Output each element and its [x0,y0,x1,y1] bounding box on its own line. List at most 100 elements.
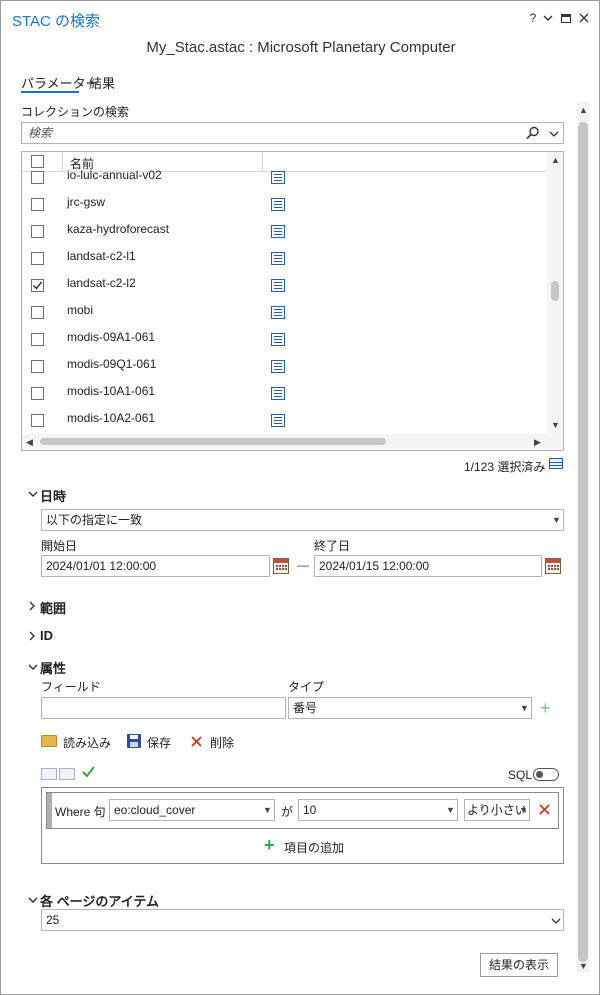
indent-right-icon[interactable] [59,768,75,780]
collection-details-icon[interactable] [271,387,285,400]
collection-details-icon[interactable] [271,279,285,292]
list-scroll-right-icon[interactable]: ▶ [534,437,541,448]
collection-checkbox[interactable] [31,360,44,373]
list-item[interactable]: landsat-c2-l2 [22,272,546,299]
add-property-icon[interactable]: + [540,699,551,717]
collection-details-icon[interactable] [271,360,285,373]
validate-check-icon[interactable] [82,766,95,781]
list-item[interactable]: jrc-gsw [22,191,546,218]
collection-details-icon[interactable] [271,171,285,184]
list-scroll-down-icon[interactable]: ▼ [551,420,560,430]
scroll-up-icon[interactable]: ▲ [579,105,588,115]
list-item[interactable]: modis-10A2-061 [22,407,546,434]
properties-collapse-icon[interactable] [28,662,38,675]
save-button-label: 保存 [147,736,172,750]
id-header[interactable]: ID [40,628,53,643]
where-label: Where 句 [55,805,106,819]
maximize-icon[interactable] [559,9,573,27]
scroll-down-icon[interactable]: ▼ [579,961,588,971]
collection-details-icon[interactable] [271,225,285,238]
collection-checkbox[interactable] [31,279,44,292]
caret-down-icon: ▼ [263,805,272,815]
collections-list: 名前 io-lulc-annual-v02 jrc-gsw kaza-hydrofo… [21,151,564,451]
collection-name: landsat-c2-l2 [67,276,136,290]
tab-parameters[interactable]: パラメーター [21,73,99,92]
search-icon[interactable] [526,126,540,143]
collection-checkbox[interactable] [31,171,44,184]
collection-name: modis-10A1-061 [67,384,156,398]
collection-checkbox[interactable] [31,387,44,400]
collection-details-icon[interactable] [271,333,285,346]
collection-name: mobi [67,303,94,317]
extent-expand-icon[interactable] [27,601,37,614]
extent-header[interactable]: 範囲 [40,598,66,617]
list-scroll-up-icon[interactable]: ▲ [551,155,560,165]
list-vscroll-thumb[interactable] [551,281,559,301]
collection-details-icon[interactable] [271,252,285,265]
where-operator-value: より小さい [467,803,527,817]
list-item[interactable]: mobi [22,299,546,326]
datetime-header[interactable]: 日時 [40,486,66,505]
clause-handle[interactable] [47,793,52,828]
caret-down-icon: ▼ [552,515,561,525]
collection-search-input[interactable]: 検索 [21,122,564,144]
caret-down-icon: ▼ [520,703,529,713]
remove-clause-icon[interactable] [539,804,550,818]
collection-checkbox[interactable] [31,225,44,238]
pane-title: STAC の検索 [12,13,101,30]
chevron-down-icon[interactable] [549,128,559,142]
where-field-select[interactable]: eo:cloud_cover ▼ [109,799,275,821]
collection-name: kaza-hydroforecast [67,222,170,236]
collection-name: jrc-gsw [67,195,105,209]
list-item[interactable]: kaza-hydroforecast [22,218,546,245]
list-item[interactable]: landsat-c2-l1 [22,245,546,272]
collection-name: io-lulc-annual-v02 [67,168,162,182]
show-results-button[interactable]: 結果の表示 [480,953,558,977]
collection-details-icon[interactable] [271,414,285,427]
items-per-page-select[interactable]: 25 [41,909,564,931]
where-value: 10 [303,803,317,817]
list-item[interactable]: modis-10A1-061 [22,380,546,407]
indent-left-icon[interactable] [41,768,57,780]
chevron-down-icon [551,915,561,929]
calendar-icon[interactable] [273,558,289,574]
help-icon[interactable]: ? [526,9,540,27]
caret-down-icon: ▼ [446,805,455,815]
list-hscroll-thumb[interactable] [40,438,386,445]
list-item[interactable]: modis-09A1-061 [22,326,546,353]
where-operator-select[interactable]: より小さい ▼ [464,799,530,821]
tab-results[interactable]: 結果 [89,73,115,92]
chevron-down-icon[interactable] [541,9,555,27]
collection-checkbox[interactable] [31,252,44,265]
where-clause-row: Where 句 eo:cloud_cover ▼ が 10 ▼ より小さい ▼ [46,792,559,829]
collection-details-icon[interactable] [271,306,285,319]
items-per-page-collapse-icon[interactable] [28,895,38,908]
collection-checkbox[interactable] [31,198,44,211]
sql-toggle[interactable] [533,768,559,781]
items-per-page-header[interactable]: 各 ページのアイテム [40,891,159,910]
datetime-mode-select[interactable]: 以下の指定に一致 ▼ [41,509,564,531]
collection-checkbox[interactable] [31,414,44,427]
datetime-collapse-icon[interactable] [28,489,38,502]
end-date-input[interactable]: 2024/01/15 12:00:00 [314,555,542,577]
close-icon[interactable] [577,9,591,27]
start-date-value: 2024/01/01 12:00:00 [46,559,157,573]
list-item[interactable]: modis-09Q1-061 [22,353,546,380]
start-date-input[interactable]: 2024/01/01 12:00:00 [41,555,270,577]
id-expand-icon[interactable] [27,631,37,644]
collection-checkbox[interactable] [31,306,44,319]
delete-button-label: 削除 [210,736,235,750]
field-input[interactable] [41,697,286,719]
where-value-select[interactable]: 10 ▼ [298,799,458,821]
type-value: 番号 [293,701,318,715]
table-view-icon[interactable] [549,458,563,469]
collection-checkbox[interactable] [31,333,44,346]
pane-scrollbar-thumb[interactable] [578,122,588,962]
calendar-icon[interactable] [545,558,561,574]
delete-icon [191,736,202,750]
collection-details-icon[interactable] [271,198,285,211]
list-scroll-left-icon[interactable]: ◀ [26,437,33,448]
list-item[interactable]: io-lulc-annual-v02 [22,164,546,191]
type-select[interactable]: 番号 ▼ [288,697,532,719]
properties-header[interactable]: 属性 [40,658,66,677]
